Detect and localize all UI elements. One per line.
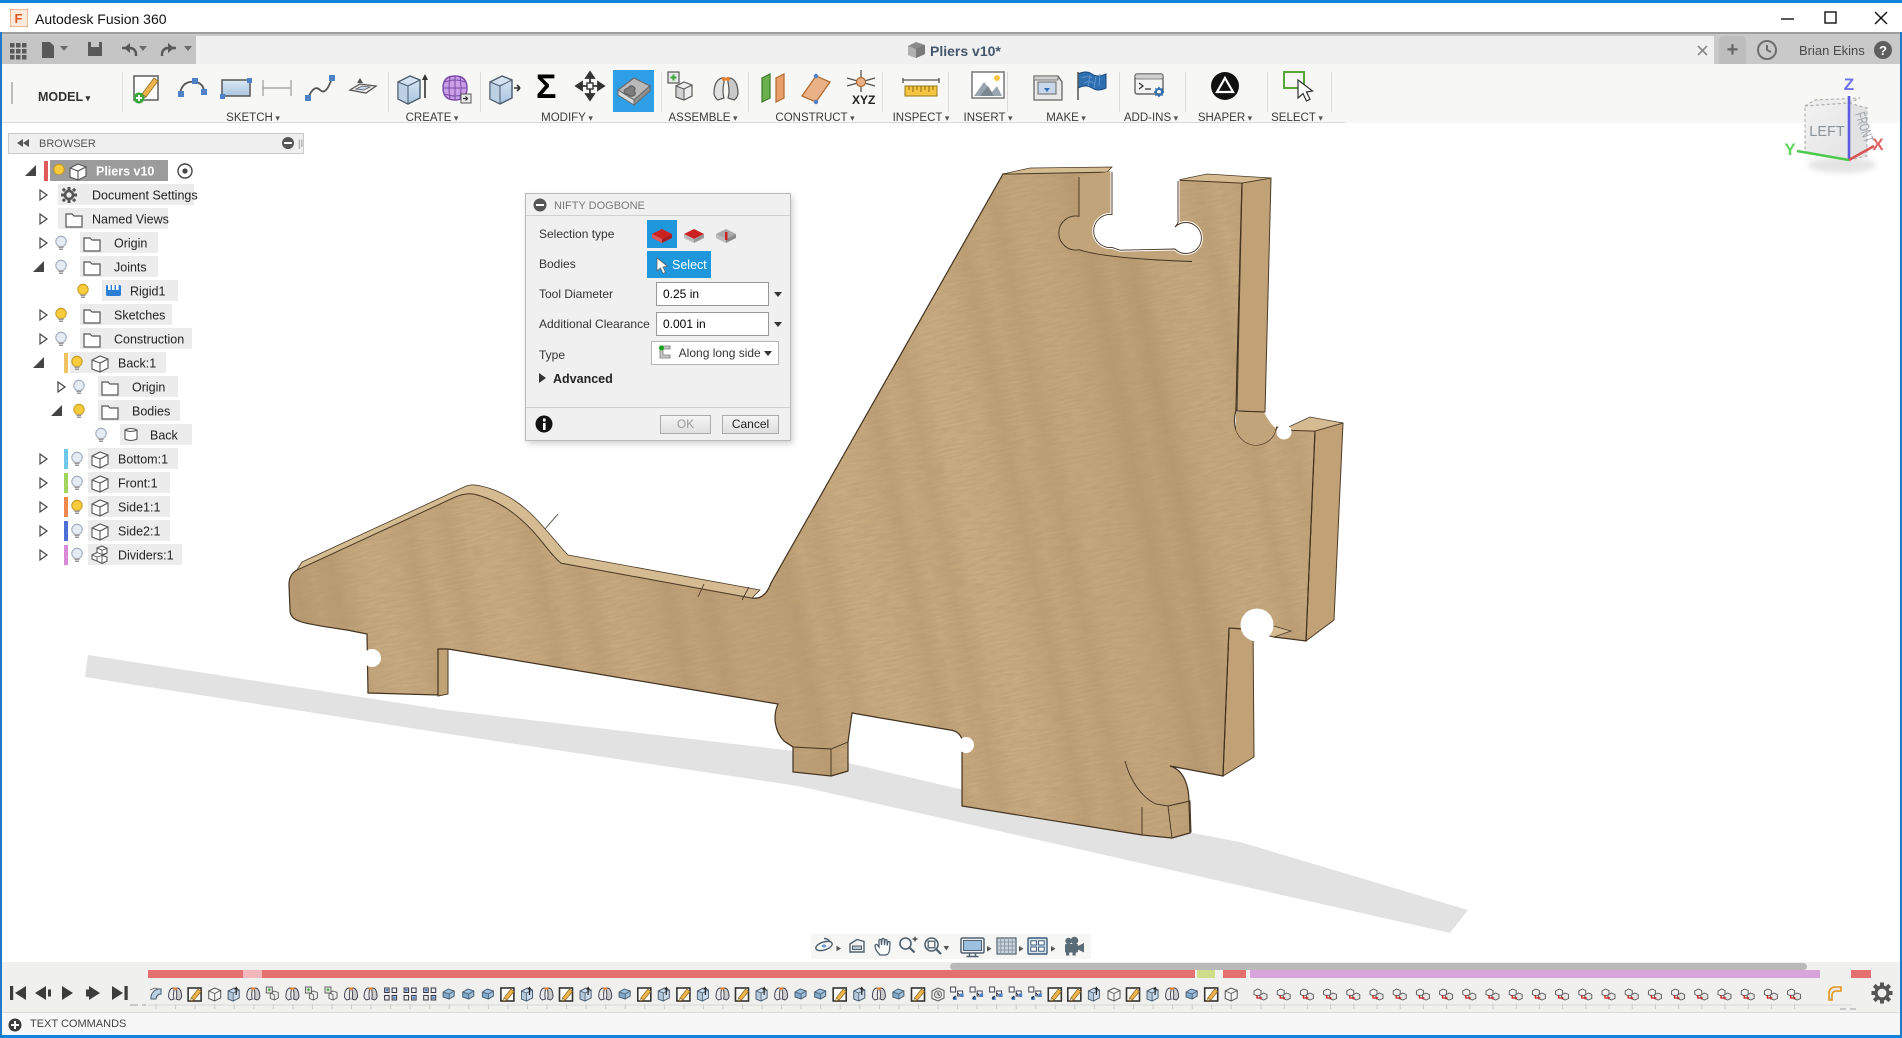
svg-text:X: X [1872, 135, 1884, 154]
svg-text:Document Settings: Document Settings [92, 189, 198, 203]
svg-text:Z: Z [1844, 75, 1854, 94]
svg-text:Bottom:1: Bottom:1 [118, 453, 168, 467]
svg-text:Rigid1: Rigid1 [130, 285, 165, 299]
svg-text:Sketches: Sketches [114, 309, 165, 323]
svg-text:Joints: Joints [114, 261, 147, 275]
svg-text:XYZ: XYZ [852, 93, 875, 107]
svg-text:Front:1: Front:1 [118, 477, 158, 491]
svg-text:Dividers:1: Dividers:1 [118, 549, 174, 563]
svg-text:Brian Ekins: Brian Ekins [1799, 43, 1865, 58]
svg-text:NIFTY DOGBONE: NIFTY DOGBONE [554, 200, 645, 212]
svg-text:Pliers v10: Pliers v10 [96, 165, 154, 179]
svg-text:BROWSER: BROWSER [39, 138, 96, 150]
svg-text:Side2:1: Side2:1 [118, 525, 160, 539]
svg-text:Bodies: Bodies [132, 405, 170, 419]
svg-text:Σ: Σ [536, 68, 556, 106]
svg-text:Origin: Origin [132, 381, 165, 395]
svg-text:Side1:1: Side1:1 [118, 501, 160, 515]
svg-text:Select: Select [672, 258, 707, 272]
svg-text:F: F [15, 11, 23, 26]
svg-text:LEFT: LEFT [1809, 124, 1845, 140]
svg-text:Y: Y [1784, 140, 1796, 159]
svg-text:Construction: Construction [114, 333, 184, 347]
svg-text:Back: Back [150, 429, 179, 443]
svg-text:|‖: |‖ [298, 139, 303, 150]
svg-text:Origin: Origin [114, 237, 147, 251]
svg-text:Named Views: Named Views [92, 213, 169, 227]
svg-text:?: ? [1879, 43, 1887, 58]
svg-text:Pliers v10*: Pliers v10* [930, 43, 1001, 59]
svg-text:Back:1: Back:1 [118, 357, 156, 371]
